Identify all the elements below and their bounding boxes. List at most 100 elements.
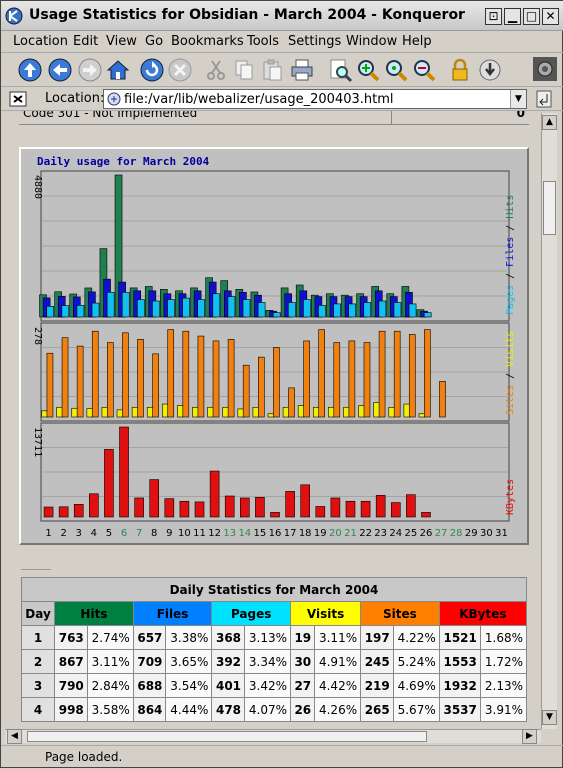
zoom-out-icon[interactable]	[411, 57, 437, 83]
files-percent-cell: 3.65%	[165, 649, 213, 674]
daily-usage-chart: Daily usage for March 2004 4880 Pages / Fi…	[32, 155, 516, 539]
files-value-cell: 657	[132, 625, 167, 650]
scroll-right-button[interactable]: ▶	[522, 729, 537, 744]
sticky-button[interactable]: ⊡	[485, 8, 502, 25]
menu-help[interactable]: Help	[402, 34, 432, 49]
bar-sites-day-8	[152, 353, 159, 418]
copy-icon[interactable]	[231, 57, 257, 83]
url-history-dropdown[interactable]: ▼	[510, 90, 526, 108]
menu-location[interactable]: Location	[13, 34, 68, 49]
sites-value-cell: 197	[360, 625, 394, 650]
clear-location-icon[interactable]	[9, 90, 27, 108]
ymax-tick-label: 278	[32, 327, 43, 345]
bar-kbytes-day-10	[179, 500, 190, 518]
visits-value-cell: 19	[289, 625, 316, 650]
vertical-scroll-thumb[interactable]	[543, 181, 556, 235]
bar-kbytes-day-14	[240, 497, 250, 518]
daily-usage-chart-panel: Daily usage for March 2004 4880 Pages / Fi…	[19, 147, 529, 545]
zoom-original-icon[interactable]	[383, 57, 409, 83]
day-cell: 4	[20, 697, 56, 722]
bar-kbytes-day-21	[345, 500, 356, 518]
x-tick-label-day-1: 1	[45, 528, 51, 539]
chart-title: Daily usage for March 2004	[37, 155, 210, 168]
column-header-visits: Visits	[289, 601, 362, 626]
download-icon[interactable]	[477, 57, 503, 83]
visits-percent-cell: 4.42%	[314, 673, 362, 698]
bar-pages-day-25	[408, 303, 417, 318]
x-tick-label-day-3: 3	[76, 528, 82, 539]
bar-visits-day-6	[116, 409, 124, 418]
bar-kbytes-day-24	[390, 502, 401, 518]
go-icon[interactable]	[536, 90, 552, 108]
zoom-in-icon[interactable]	[355, 57, 381, 83]
menu-bookmarks[interactable]: Bookmarks	[171, 34, 244, 49]
horizontal-scroll-thumb[interactable]	[27, 731, 427, 742]
bar-kbytes-day-5	[104, 449, 114, 518]
visits-percent-cell: 4.26%	[314, 697, 362, 722]
bar-pages-day-11	[197, 299, 206, 318]
kde-gear-icon[interactable]	[533, 57, 557, 81]
bar-visits-day-21	[343, 406, 350, 418]
menu-edit[interactable]: Edit	[73, 34, 98, 49]
back-icon[interactable]	[47, 57, 73, 83]
column-header-sites: Sites	[360, 601, 440, 626]
menu-settings[interactable]: Settings	[288, 34, 341, 49]
bar-sites-day-26	[424, 329, 431, 418]
sites-value-cell: 245	[360, 649, 394, 674]
stop-icon[interactable]	[167, 57, 193, 83]
close-button[interactable]: ✕	[542, 8, 559, 25]
daily-statistics-table: Daily Statistics for March 2004 Day Hits F…	[20, 577, 528, 722]
sites-percent-cell: 5.67%	[392, 697, 440, 722]
lock-icon[interactable]	[447, 57, 473, 83]
kbytes-percent-cell: 1.68%	[479, 625, 528, 650]
print-icon[interactable]	[289, 57, 315, 83]
menu-tools[interactable]: Tools	[247, 34, 279, 49]
x-tick-label-day-25: 25	[405, 528, 418, 539]
bar-kbytes-day-18	[300, 484, 310, 518]
bar-sites-day-12	[212, 340, 220, 418]
visits-percent-cell: 4.91%	[314, 649, 362, 674]
legend-sites: Sites	[505, 385, 516, 415]
scroll-up-button[interactable]: ▲	[542, 115, 557, 130]
table-header-row: Day Hits Files Pages Visits Sites KBytes	[20, 601, 528, 626]
scroll-left-button[interactable]: ◀	[7, 729, 22, 744]
bar-kbytes-day-4	[89, 493, 99, 518]
minimize-button[interactable]: ▁	[504, 8, 521, 25]
menu-go[interactable]: Go	[145, 34, 163, 49]
paste-icon[interactable]	[259, 57, 285, 83]
horizontal-scrollbar[interactable]: ◀ ▶	[5, 729, 541, 744]
forward-icon[interactable]	[77, 57, 103, 83]
response-code-value: 0	[516, 111, 525, 120]
table-row: 1 763 2.74% 657 3.38% 368 3.13% 19 3.11% 197 4.22%…	[20, 625, 528, 650]
title-bar[interactable]: Usage Statistics for Obsidian - March 20…	[1, 1, 563, 31]
bar-kbytes-day-13	[224, 495, 235, 518]
maximize-button[interactable]: □	[523, 8, 540, 25]
bar-visits-day-13	[222, 406, 230, 418]
konqueror-app-icon[interactable]	[5, 7, 23, 25]
menu-view[interactable]: View	[106, 34, 137, 49]
response-code-row: Code 301 - Not Implemented 0	[19, 111, 529, 125]
reload-icon[interactable]	[139, 57, 165, 83]
legend-kbytes: KBytes	[505, 479, 516, 515]
day-cell: 2	[20, 649, 56, 674]
bar-pages-day-16	[272, 312, 281, 318]
x-tick-label-day-2: 2	[60, 528, 66, 539]
url-input[interactable]: file:/var/lib/webalizer/usage_200403.htm…	[103, 89, 527, 109]
divider	[21, 569, 51, 570]
bar-pages-day-10	[182, 297, 190, 318]
cut-icon[interactable]	[203, 57, 229, 83]
scroll-down-button[interactable]: ▼	[542, 710, 557, 725]
bar-pages-day-26	[423, 312, 432, 318]
vertical-scrollbar[interactable]: ▲ ▼	[541, 113, 557, 729]
bar-kbytes-day-12	[209, 470, 220, 518]
menu-window[interactable]: Window	[346, 34, 397, 49]
up-icon[interactable]	[17, 57, 43, 83]
find-icon[interactable]	[327, 57, 353, 83]
x-tick-label-day-29: 29	[465, 528, 478, 539]
files-value-cell: 864	[132, 697, 167, 722]
bar-kbytes-day-1	[43, 506, 54, 518]
legend-separator: /	[505, 267, 516, 285]
bar-pages-day-22	[363, 302, 372, 318]
bar-pages-day-13	[227, 296, 236, 318]
home-icon[interactable]	[105, 57, 131, 83]
